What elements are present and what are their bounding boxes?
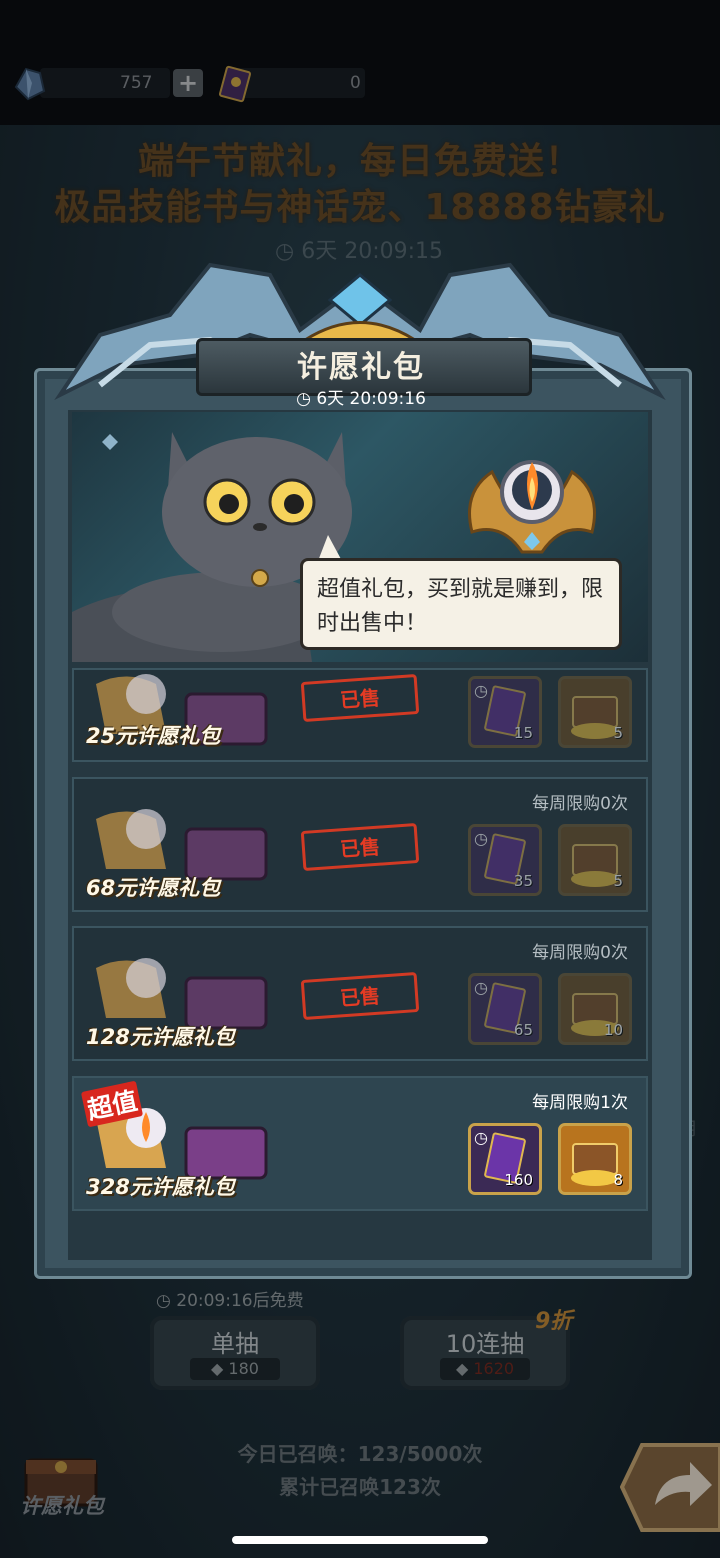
item-skill-book[interactable]: ◷ 15 [468, 676, 542, 748]
item-treasure-chest[interactable]: 10 [558, 973, 632, 1045]
package-name: 128元许愿礼包 [86, 1025, 235, 1049]
package-row-128: 每周限购0次 128元许愿礼包 已售 ◷ 65 10 [72, 926, 648, 1061]
package-name: 25元许愿礼包 [86, 724, 221, 748]
item-skill-book[interactable]: ◷ 35 [468, 824, 542, 896]
clock-icon: ◷ [296, 389, 311, 409]
purchase-limit: 每周限购1次 [532, 1093, 628, 1113]
package-row-328[interactable]: 每周限购1次 328元许愿礼包 ◷ 160 8 [72, 1076, 648, 1211]
item-skill-book[interactable]: ◷ 65 [468, 973, 542, 1045]
package-row-68: 每周限购0次 68元许愿礼包 已售 ◷ 35 5 [72, 777, 648, 912]
item-treasure-chest[interactable]: 5 [558, 824, 632, 896]
purchase-limit: 每周限购0次 [532, 794, 628, 814]
clock-icon: ◷ [474, 1128, 488, 1147]
panel-title: 许愿礼包 [297, 350, 425, 385]
item-skill-book[interactable]: ◷ 160 [468, 1123, 542, 1195]
package-name: 328元许愿礼包 [86, 1175, 235, 1199]
speech-bubble: 超值礼包，买到就是赚到，限时出售中！ [300, 558, 622, 650]
package-row-25: 25元许愿礼包 已售 ◷ 15 5 [72, 668, 648, 762]
sold-stamp: 已售 [300, 972, 420, 1020]
clock-icon: ◷ [474, 829, 488, 848]
sold-stamp: 已售 [300, 674, 420, 722]
package-name: 68元许愿礼包 [86, 876, 221, 900]
sold-stamp: 已售 [300, 823, 420, 871]
clock-icon: ◷ [474, 978, 488, 997]
item-treasure-chest[interactable]: 5 [558, 676, 632, 748]
purchase-limit: 每周限购0次 [532, 943, 628, 963]
item-treasure-chest[interactable]: 8 [558, 1123, 632, 1195]
panel-timer: ◷ 6天 20:09:16 [296, 389, 426, 409]
home-indicator[interactable] [232, 1536, 488, 1544]
clock-icon: ◷ [474, 681, 488, 700]
